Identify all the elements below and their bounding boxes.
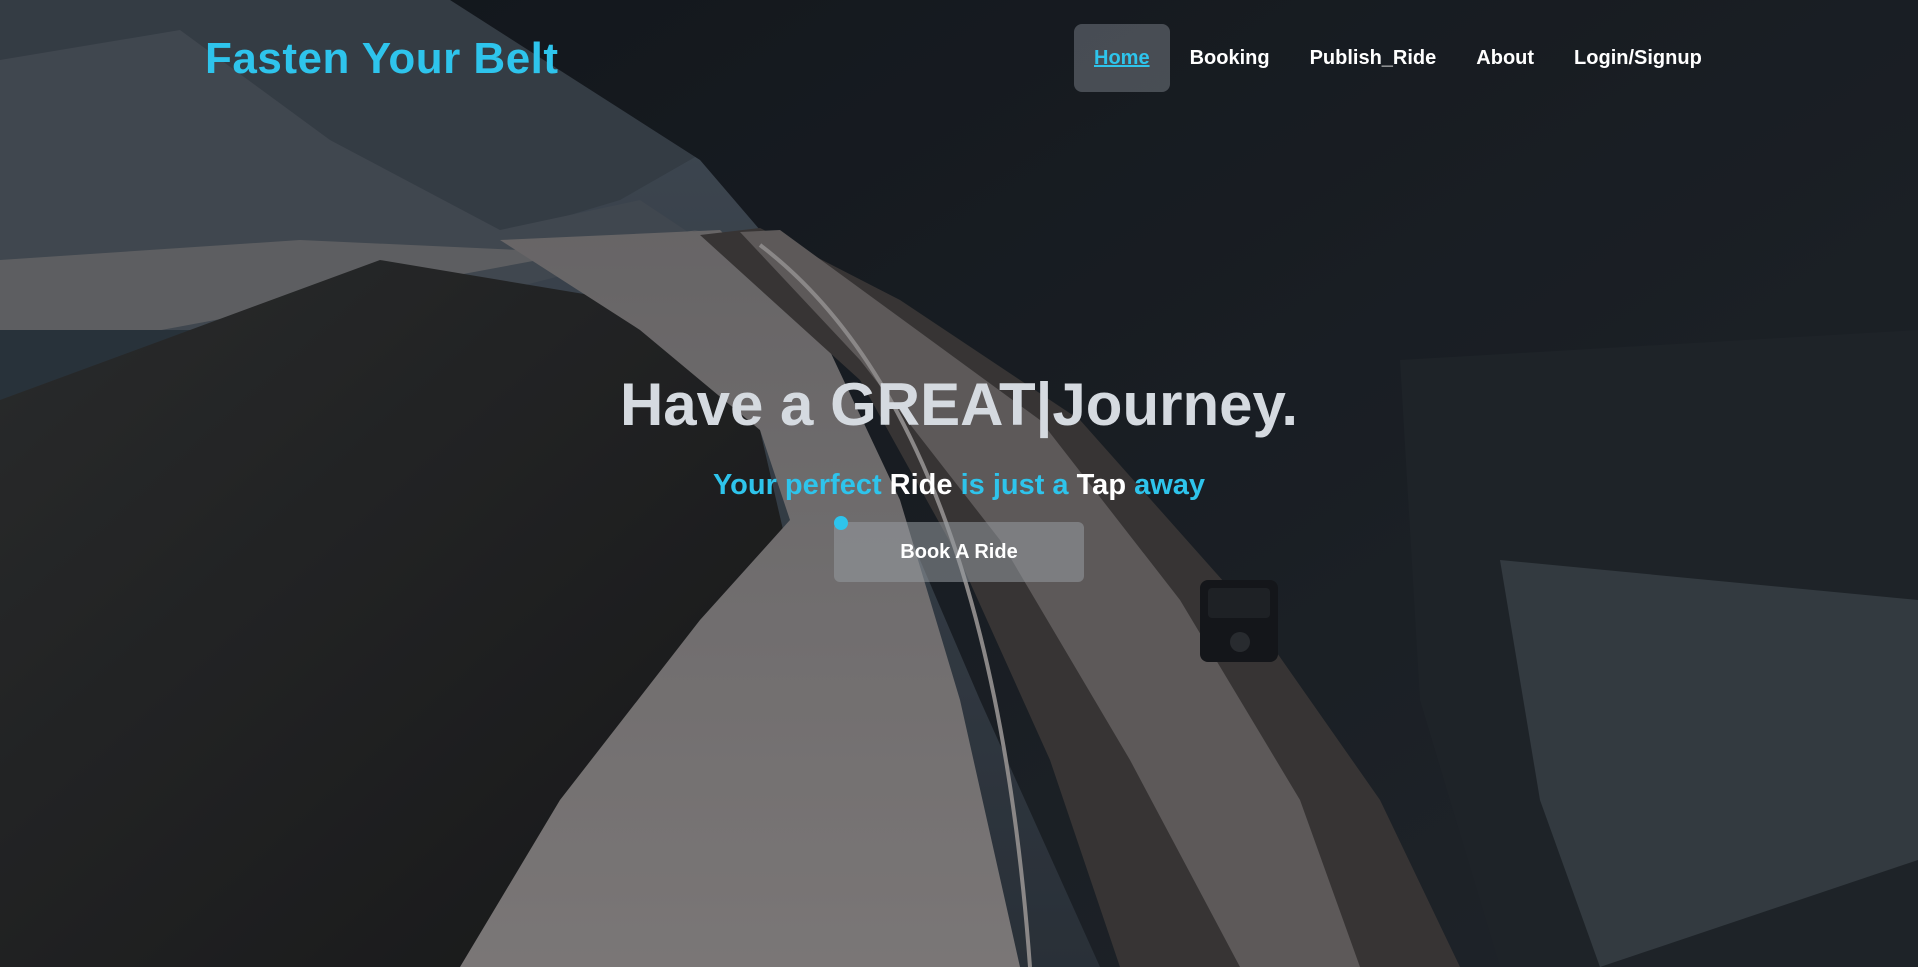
hero-section: Fasten Your Belt Home Booking Publish_Ri… [0,0,1918,967]
cursor-dot-icon [834,516,848,530]
navbar: Fasten Your Belt Home Booking Publish_Ri… [0,0,1918,118]
cta-wrapper: Book A Ride [834,516,1084,582]
nav-links: Home Booking Publish_Ride About Login/Si… [1074,24,1722,92]
nav-publish-ride-link[interactable]: Publish_Ride [1290,24,1457,92]
nav-about-link[interactable]: About [1456,24,1554,92]
hero-headline: Have a GREAT|Journey. [619,371,1299,438]
hero-tagline: Your perfect Ride is just a Tap away [0,469,1918,502]
nav-home-link[interactable]: Home [1074,24,1170,92]
tagline-part: is just a [952,469,1077,501]
book-a-ride-button[interactable]: Book A Ride [834,522,1084,582]
hero-content: Have a GREAT|Journey. Your perfect Ride … [0,370,1918,582]
nav-booking-link[interactable]: Booking [1170,24,1290,92]
nav-login-signup-link[interactable]: Login/Signup [1554,24,1722,92]
tagline-part: away [1126,469,1206,501]
brand-logo[interactable]: Fasten Your Belt [205,34,559,84]
tagline-part: Tap [1076,469,1127,501]
tagline-part: Your perfect [712,469,890,501]
tagline-part: Ride [889,469,953,501]
